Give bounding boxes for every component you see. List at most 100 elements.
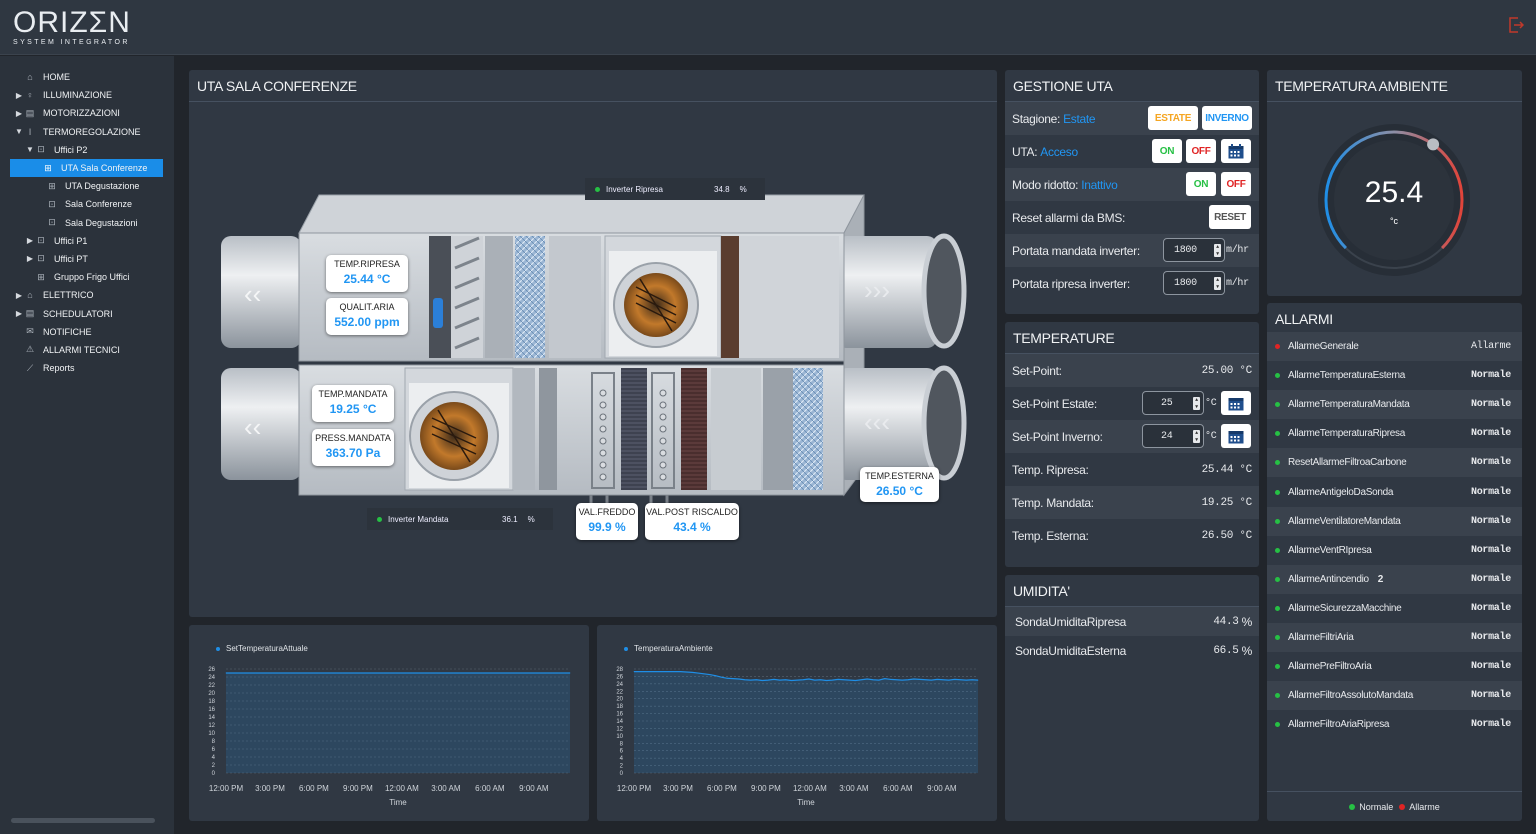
sidebar-item-uffici-pt[interactable]: ▶ ⊡ Uffici PT xyxy=(0,250,174,268)
data-point xyxy=(400,672,402,674)
status-dot xyxy=(1275,605,1280,611)
y-tick-label: 20 xyxy=(208,691,215,697)
alarm-name: AllarmeFiltroAssolutoMandata xyxy=(1288,690,1413,702)
stagione-row: Stagione: Estate ESTATE INVERNO xyxy=(1005,102,1259,135)
setpoint-estate-input[interactable]: 25 ▲ ▼ xyxy=(1142,391,1204,415)
caret-icon[interactable]: ▼ xyxy=(14,127,24,136)
data-point xyxy=(383,672,384,674)
data-point xyxy=(482,672,483,674)
status-dot xyxy=(1275,693,1280,699)
temp-mandata-tag: TEMP.MANDATA 19.25 °C xyxy=(312,385,394,422)
data-point xyxy=(802,679,804,681)
y-tick-label: 24 xyxy=(616,682,623,688)
y-tick-label: 0 xyxy=(620,771,624,777)
reset-button[interactable]: RESET xyxy=(1209,205,1251,229)
sidebar-item-home[interactable]: ⌂ HOME xyxy=(0,68,174,86)
sidebar-item-elettrico[interactable]: ▶ ⌂ ELETTRICO xyxy=(0,286,174,304)
sidebar-item-motorizzazioni[interactable]: ▶ ▤ MOTORIZZAZIONI xyxy=(0,104,174,122)
y-tick-label: 16 xyxy=(616,712,623,718)
y-tick-label: 0 xyxy=(212,771,216,777)
calendar-icon: ▤ xyxy=(25,308,35,319)
y-tick-label: 8 xyxy=(212,739,216,745)
inverno-button[interactable]: INVERNO xyxy=(1202,106,1252,130)
setpoint-estate-schedule-button[interactable] xyxy=(1221,391,1251,415)
data-point xyxy=(493,672,495,674)
alarm-status: Allarme xyxy=(1471,341,1511,352)
x-tick-label: 9:00 PM xyxy=(343,784,373,793)
status-dot xyxy=(1275,664,1280,670)
sidebar-item-sala-conferenze[interactable]: ⊡ Sala Conferenze xyxy=(0,195,174,213)
y-tick-label: 12 xyxy=(616,726,623,732)
caret-icon[interactable]: ▶ xyxy=(25,254,35,263)
uta-schematic-panel: UTA SALA CONFERENZE ‹‹ ‹‹ ››› ‹‹‹ Invert… xyxy=(189,70,997,617)
sidebar-item-reports[interactable]: ⟋ Reports xyxy=(0,359,174,377)
sidebar-item-uta-sala-conferenze[interactable]: ⊞ UTA Sala Conferenze xyxy=(10,158,163,178)
portata-ripresa-input[interactable]: 1800 ▲ ▼ xyxy=(1163,271,1225,295)
caret-icon[interactable]: ▶ xyxy=(14,109,24,118)
sidebar-item-gruppo-frigo-uffici[interactable]: ⊞ Gruppo Frigo Uffici xyxy=(0,268,174,286)
orizon-logo[interactable]: ORIZΣN SYSTEM INTEGRATOR xyxy=(13,8,131,47)
caret-icon[interactable]: ▶ xyxy=(14,309,24,318)
alarm-row: AllarmeFiltriAria Normale xyxy=(1267,623,1522,652)
estate-button[interactable]: ESTATE xyxy=(1148,106,1198,130)
y-tick-label: 22 xyxy=(208,683,215,689)
home-icon: ⌂ xyxy=(27,72,33,83)
caret-icon[interactable]: ▶ xyxy=(25,236,35,245)
sidebar-item-uffici-p1[interactable]: ▶ ⊡ Uffici P1 xyxy=(0,232,174,250)
setpoint-inverno-input[interactable]: 24 ▲ ▼ xyxy=(1142,424,1204,448)
x-tick-label: 12:00 PM xyxy=(617,784,652,793)
sidebar-item-uta-degustazione[interactable]: ⊞ UTA Degustazione xyxy=(0,177,174,195)
data-point xyxy=(394,672,396,674)
mail-icon: ✉ xyxy=(26,326,34,337)
grid-icon: ⊞ xyxy=(48,180,56,191)
portata-ripresa-row: Portata ripresa inverter: 1800 ▲ ▼ m/hr xyxy=(1005,267,1259,300)
data-point xyxy=(960,679,961,681)
stepper-icon[interactable]: ▲ ▼ xyxy=(1193,430,1200,443)
modo-off-button[interactable]: OFF xyxy=(1221,172,1251,196)
sidebar-item-illuminazione[interactable]: ▶ ♀ ILLUMINAZIONE xyxy=(0,86,174,104)
grid-icon: ⊞ xyxy=(44,162,52,173)
y-tick-label: 28 xyxy=(616,667,623,673)
sidebar-item-uffici-p2[interactable]: ▼ ⊡ Uffici P2 xyxy=(0,141,174,159)
legend-normale-label: Normale xyxy=(1359,801,1394,812)
alarm-status: Normale xyxy=(1471,370,1511,382)
status-dot xyxy=(377,516,382,522)
stepper-icon[interactable]: ▲ ▼ xyxy=(1214,244,1221,257)
uta-schedule-button[interactable] xyxy=(1221,139,1251,163)
caret-icon[interactable]: ▼ xyxy=(25,145,35,154)
brand-tagline: SYSTEM INTEGRATOR xyxy=(13,39,130,46)
sidebar-scrollbar[interactable] xyxy=(11,818,155,823)
data-point xyxy=(872,679,874,681)
setpoint-estate-row: Set-Point Estate: 25 ▲ ▼ °C xyxy=(1005,387,1259,420)
modo-on-button[interactable]: ON xyxy=(1186,172,1216,196)
alarm-row: AllarmeVentilatoreMandata Normale xyxy=(1267,506,1522,536)
bulb-icon: ♀ xyxy=(26,90,34,101)
setpoint-inverno-schedule-button[interactable] xyxy=(1221,424,1251,448)
stepper-icon[interactable]: ▲ ▼ xyxy=(1214,277,1221,290)
sidebar-item-notifiche[interactable]: ✉ NOTIFICHE xyxy=(0,323,174,341)
sidebar-item-allarmi-tecnici[interactable]: ⚠ ALLARMI TECNICI xyxy=(0,341,174,359)
sidebar-item-label: ALLARMI TECNICI xyxy=(43,344,120,355)
sidebar-item-schedulatori[interactable]: ▶ ▤ SCHEDULATORI xyxy=(0,304,174,322)
ambiente-title: TEMPERATURA AMBIENTE xyxy=(1267,70,1522,102)
y-tick-label: 4 xyxy=(620,756,624,762)
alarm-name: AllarmeAntincendio xyxy=(1288,573,1369,585)
sidebar-item-termoregolazione[interactable]: ▼ ǀ TERMOREGOLAZIONE xyxy=(0,123,174,141)
thermometer-icon: ǀ xyxy=(28,126,32,137)
caret-icon[interactable]: ▶ xyxy=(14,291,24,300)
uta-off-button[interactable]: OFF xyxy=(1186,139,1216,163)
y-tick-label: 22 xyxy=(616,689,623,695)
caret-icon[interactable]: ▶ xyxy=(14,91,24,100)
x-tick-label: 3:00 PM xyxy=(663,784,693,793)
sidebar-item-sala-degustazioni[interactable]: ⊡ Sala Degustazioni xyxy=(0,214,174,232)
alarm-row: AllarmeAntincendio 2 Normale xyxy=(1267,564,1522,594)
gauge-knob[interactable] xyxy=(1427,138,1440,151)
portata-mandata-input[interactable]: 1800 ▲ ▼ xyxy=(1163,238,1225,262)
uta-on-button[interactable]: ON xyxy=(1152,139,1182,163)
logout-icon[interactable] xyxy=(1508,16,1524,34)
svg-text:‹‹: ‹‹ xyxy=(244,412,261,442)
data-point xyxy=(423,672,425,674)
data-point xyxy=(744,679,746,681)
data-point xyxy=(901,679,903,681)
stepper-icon[interactable]: ▲ ▼ xyxy=(1193,397,1200,410)
